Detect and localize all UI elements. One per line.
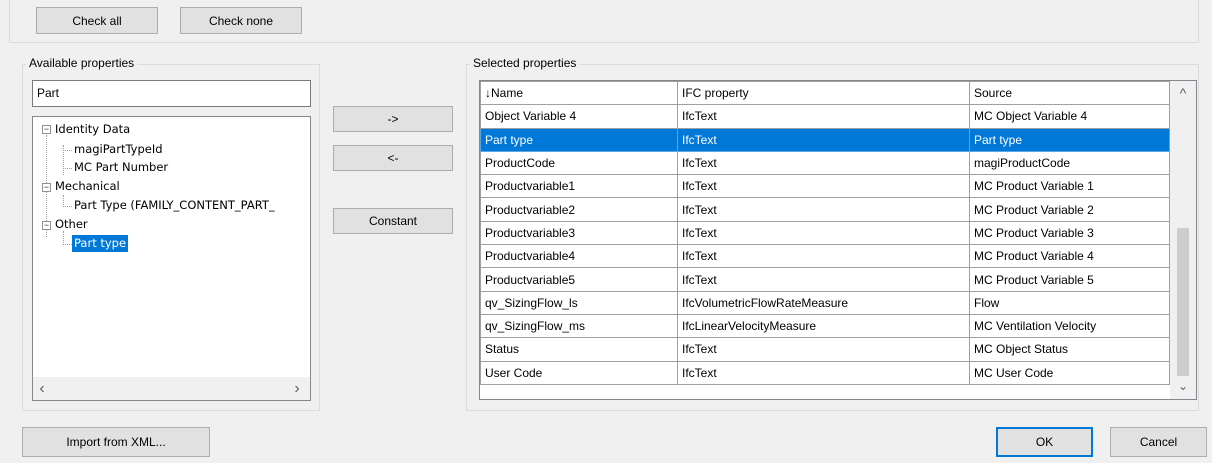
cell-ifc-property[interactable]: IfcLinearVelocityMeasure [677, 313, 970, 339]
table-row[interactable]: User Code IfcText MC User Code [480, 360, 1170, 385]
cell-ifc-property[interactable]: IfcText [677, 150, 970, 176]
tree-node-mechanical[interactable]: Mechanical [55, 178, 120, 195]
column-header-source[interactable]: Source [969, 81, 1170, 106]
column-header-name[interactable]: ↓Name [480, 81, 678, 106]
cell-name[interactable]: Object Variable 4 [480, 104, 678, 129]
cell-ifc-property[interactable]: IfcText [677, 127, 970, 152]
scroll-down-icon[interactable]: ⌄ [1175, 379, 1191, 393]
selected-properties-label: Selected properties [470, 56, 580, 70]
selected-properties-table: ↓Name IFC property Source Object Variabl… [480, 81, 1170, 385]
table-row[interactable]: Productvariable1 IfcText MC Product Vari… [480, 174, 1170, 199]
cell-name[interactable]: User Code [480, 360, 678, 385]
scroll-up-icon[interactable]: ^ [1175, 85, 1191, 101]
table-row[interactable]: Productvariable3 IfcText MC Product Vari… [480, 220, 1170, 246]
ok-button[interactable]: OK [996, 427, 1093, 457]
cell-source[interactable]: MC Ventilation Velocity [969, 313, 1170, 339]
cell-ifc-property[interactable]: IfcText [677, 244, 970, 269]
table-row[interactable]: Productvariable2 IfcText MC Product Vari… [480, 197, 1170, 222]
tree-node-part-type[interactable]: Part type [72, 235, 129, 252]
cell-ifc-property[interactable]: IfcText [677, 197, 970, 222]
tree-node-magiparttypeid[interactable]: magiPartTypeId [74, 141, 163, 158]
cell-name[interactable]: Part type [480, 127, 678, 152]
table-header-row: ↓Name IFC property Source [480, 81, 1170, 106]
table-row[interactable]: ProductCode IfcText magiProductCode [480, 150, 1170, 176]
cell-source[interactable]: magiProductCode [969, 150, 1170, 176]
property-search-input[interactable]: Part [32, 80, 311, 107]
property-search-value: Part [37, 86, 60, 100]
add-property-button[interactable]: -> [333, 106, 453, 132]
cell-source[interactable]: MC User Code [969, 360, 1170, 385]
check-all-button[interactable]: Check all [36, 7, 158, 34]
tree-node-other[interactable]: Other [55, 216, 88, 233]
table-row[interactable]: Productvariable4 IfcText MC Product Vari… [480, 244, 1170, 269]
tree-horizontal-scrollbar[interactable]: ‹ › [33, 377, 310, 400]
cell-name[interactable]: Productvariable2 [480, 197, 678, 222]
grid-vertical-scrollbar[interactable]: ^ ⌄ [1170, 81, 1196, 399]
available-properties-label: Available properties [26, 56, 138, 70]
table-row[interactable]: Object Variable 4 IfcText MC Object Vari… [480, 104, 1170, 129]
cell-name[interactable]: qv_SizingFlow_ms [480, 313, 678, 339]
cell-source[interactable]: Flow [969, 290, 1170, 315]
tree-node-identity-data[interactable]: Identity Data [55, 121, 130, 138]
cell-source[interactable]: MC Object Variable 4 [969, 104, 1170, 129]
cancel-button[interactable]: Cancel [1110, 427, 1207, 457]
cell-ifc-property[interactable]: IfcText [677, 174, 970, 199]
cell-ifc-property[interactable]: IfcText [677, 267, 970, 292]
cell-ifc-property[interactable]: IfcText [677, 220, 970, 246]
cell-ifc-property[interactable]: IfcVolumetricFlowRateMeasure [677, 290, 970, 315]
cell-name[interactable]: Status [480, 337, 678, 362]
cell-name[interactable]: ProductCode [480, 150, 678, 176]
cell-ifc-property[interactable]: IfcText [677, 104, 970, 129]
scroll-left-icon[interactable]: ‹ [35, 380, 49, 398]
cell-name[interactable]: Productvariable3 [480, 220, 678, 246]
table-row[interactable]: Productvariable5 IfcText MC Product Vari… [480, 267, 1170, 292]
table-row[interactable]: Status IfcText MC Object Status [480, 337, 1170, 362]
cell-source[interactable]: MC Product Variable 1 [969, 174, 1170, 199]
remove-property-button[interactable]: <- [333, 145, 453, 171]
check-none-button[interactable]: Check none [180, 7, 302, 34]
table-row[interactable]: qv_SizingFlow_ms IfcLinearVelocityMeasur… [480, 313, 1170, 339]
available-properties-tree[interactable]: − Identity Data magiPartTypeId MC Part N… [32, 116, 311, 401]
cell-source[interactable]: MC Product Variable 3 [969, 220, 1170, 246]
scrollbar-thumb[interactable] [1177, 228, 1189, 376]
table-row[interactable]: qv_SizingFlow_ls IfcVolumetricFlowRateMe… [480, 290, 1170, 315]
scroll-right-icon[interactable]: › [290, 380, 304, 398]
import-from-xml-button[interactable]: Import from XML... [22, 427, 210, 457]
cell-name[interactable]: Productvariable5 [480, 267, 678, 292]
cell-source[interactable]: MC Product Variable 4 [969, 244, 1170, 269]
expand-other-icon[interactable]: − [42, 221, 51, 230]
cell-ifc-property[interactable]: IfcText [677, 337, 970, 362]
tree-node-part-type-family[interactable]: Part Type (FAMILY_CONTENT_PART_ [74, 197, 275, 214]
table-row-selected[interactable]: Part type IfcText Part type [480, 127, 1170, 152]
tree-node-mc-part-number[interactable]: MC Part Number [74, 159, 168, 176]
column-header-ifc-property[interactable]: IFC property [677, 81, 970, 106]
cell-name[interactable]: Productvariable4 [480, 244, 678, 269]
cell-name[interactable]: Productvariable1 [480, 174, 678, 199]
constant-button[interactable]: Constant [333, 208, 453, 234]
cell-source[interactable]: MC Product Variable 5 [969, 267, 1170, 292]
expand-identity-data-icon[interactable]: − [42, 125, 51, 134]
cell-name[interactable]: qv_SizingFlow_ls [480, 290, 678, 315]
cell-source[interactable]: Part type [969, 127, 1170, 152]
cell-ifc-property[interactable]: IfcText [677, 360, 970, 385]
cell-source[interactable]: MC Product Variable 2 [969, 197, 1170, 222]
expand-mechanical-icon[interactable]: − [42, 183, 51, 192]
selected-properties-grid[interactable]: ↓Name IFC property Source Object Variabl… [479, 80, 1197, 400]
cell-source[interactable]: MC Object Status [969, 337, 1170, 362]
